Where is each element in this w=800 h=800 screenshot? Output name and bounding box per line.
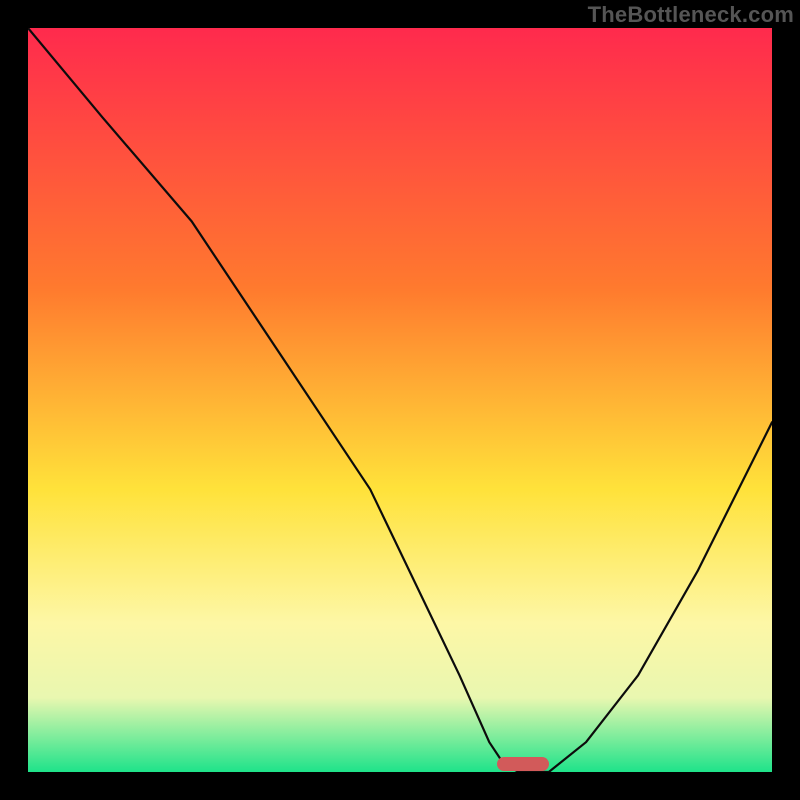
chart-frame [28, 28, 772, 772]
optimal-marker [497, 757, 549, 771]
watermark-text: TheBottleneck.com [588, 2, 794, 28]
bottleneck-curve [28, 28, 772, 772]
